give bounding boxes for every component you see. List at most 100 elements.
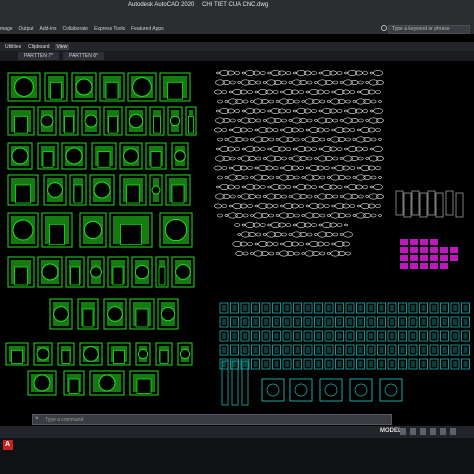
ornament-pattern xyxy=(319,99,326,104)
ornament-pattern xyxy=(290,89,299,95)
magenta-component xyxy=(430,239,438,245)
ornament-pattern xyxy=(281,80,287,85)
model-tab[interactable]: MODEL xyxy=(380,428,402,434)
ornament-pattern xyxy=(337,213,346,218)
magenta-component xyxy=(440,263,448,269)
menu-item-output[interactable]: Output xyxy=(19,26,34,35)
cyan-tile-inner xyxy=(400,361,405,367)
menu-item-express-tools[interactable]: Express Tools xyxy=(94,26,125,35)
ornament-pattern xyxy=(262,233,267,236)
snap-toggle-icon[interactable] xyxy=(410,428,416,435)
grid-toggle-icon[interactable] xyxy=(400,428,406,435)
cyan-tile-inner xyxy=(264,361,268,367)
search-input[interactable]: Type a keyword or phrase xyxy=(388,25,470,34)
ornament-pattern xyxy=(234,223,240,227)
command-line[interactable]: × Type a command xyxy=(32,414,392,425)
arch-opening xyxy=(83,220,103,240)
ornament-pattern xyxy=(292,185,297,189)
cyan-tile-inner xyxy=(453,333,457,339)
ornament-pattern xyxy=(343,231,353,238)
menu-item-image[interactable]: mage xyxy=(0,26,13,35)
ornament-pattern xyxy=(314,119,318,122)
ornament-pattern xyxy=(357,80,364,85)
ribbon-panels: Utilities Clipboard View xyxy=(0,42,474,51)
ortho-toggle-icon[interactable] xyxy=(420,428,426,435)
tab-partten-8[interactable]: PARTTEN 8* xyxy=(63,52,104,60)
ornament-pattern xyxy=(311,109,317,113)
cyan-tile-inner xyxy=(295,305,300,311)
ornament-pattern xyxy=(280,242,284,246)
ornament-pattern xyxy=(254,166,259,170)
autocad-icon[interactable]: A xyxy=(3,440,13,450)
gray-panel xyxy=(403,192,412,218)
ornament-pattern xyxy=(349,166,356,170)
ornament-pattern xyxy=(250,138,254,141)
panel-view[interactable]: View xyxy=(54,43,70,50)
magenta-component xyxy=(430,255,438,261)
cyan-tile-inner xyxy=(306,305,310,311)
cyan-strip xyxy=(241,360,249,406)
ornament-pattern xyxy=(299,118,308,123)
cyan-tile-inner xyxy=(274,333,279,339)
cyan-tile-inner xyxy=(306,333,310,339)
cyan-rosette xyxy=(266,383,280,397)
tab-partten-7[interactable]: PARTTEN 7* xyxy=(18,52,59,60)
ornament-pattern xyxy=(357,156,364,161)
door-opening xyxy=(135,308,149,328)
polar-toggle-icon[interactable] xyxy=(430,428,436,435)
ornament-pattern xyxy=(345,137,351,142)
ornament-pattern xyxy=(273,156,282,161)
ornament-pattern xyxy=(242,137,249,142)
cyan-tile-inner xyxy=(337,361,342,367)
ornament-pattern xyxy=(314,195,318,198)
cyan-tile-inner xyxy=(264,347,268,353)
menu-item-addins[interactable]: Add-ins xyxy=(40,26,57,35)
ornament-pattern xyxy=(255,80,262,85)
ornament-pattern xyxy=(272,128,279,132)
ornament-pattern xyxy=(331,242,336,246)
ornament-pattern xyxy=(221,90,228,94)
ornament-pattern xyxy=(265,203,274,209)
cyan-tile-inner xyxy=(222,347,226,353)
drawing-canvas[interactable] xyxy=(0,61,474,413)
ornament-pattern xyxy=(339,119,344,122)
ornament-pattern xyxy=(331,128,336,132)
ornament-pattern xyxy=(241,71,246,75)
ornament-pattern xyxy=(235,99,243,104)
ornament-pattern xyxy=(365,195,370,198)
osnap-toggle-icon[interactable] xyxy=(440,428,446,435)
window-title: Autodesk AutoCAD 2020 CHI TIET CUA CNC.d… xyxy=(128,2,268,8)
ornament-pattern xyxy=(303,222,312,228)
ornament-pattern xyxy=(342,241,350,247)
panel-clipboard[interactable]: Clipboard xyxy=(26,44,51,50)
ornament-pattern xyxy=(272,242,279,246)
arch-opening xyxy=(83,346,99,362)
magenta-component xyxy=(420,255,428,261)
command-input[interactable]: Type a command xyxy=(45,416,83,424)
ornament-pattern xyxy=(229,166,233,170)
ornament-pattern xyxy=(230,156,236,161)
ornament-pattern xyxy=(217,175,223,180)
door-opening xyxy=(42,151,54,168)
ornament-pattern xyxy=(241,147,246,151)
ornament-pattern xyxy=(318,109,323,113)
ornament-pattern xyxy=(305,90,310,94)
cyan-tile-inner xyxy=(379,361,384,367)
menu-item-featured-apps[interactable]: Featured Apps xyxy=(131,26,164,35)
ornament-pattern xyxy=(292,109,297,113)
ornament-pattern xyxy=(323,242,330,246)
ornament-pattern xyxy=(337,251,346,256)
ornament-pattern xyxy=(362,71,369,75)
ornament-pattern xyxy=(362,147,369,151)
ornament-pattern xyxy=(323,90,330,94)
ornament-pattern xyxy=(326,176,331,179)
ornament-pattern xyxy=(280,204,284,208)
menu-item-collaborate[interactable]: Collaborate xyxy=(62,26,88,35)
settings-icon[interactable] xyxy=(450,428,456,435)
arch-opening xyxy=(36,347,50,361)
ornament-pattern xyxy=(265,89,274,95)
panel-utilities[interactable]: Utilities xyxy=(3,44,23,50)
ornament-pattern xyxy=(281,118,287,123)
close-icon[interactable]: × xyxy=(35,416,39,422)
arch-opening xyxy=(12,219,34,241)
